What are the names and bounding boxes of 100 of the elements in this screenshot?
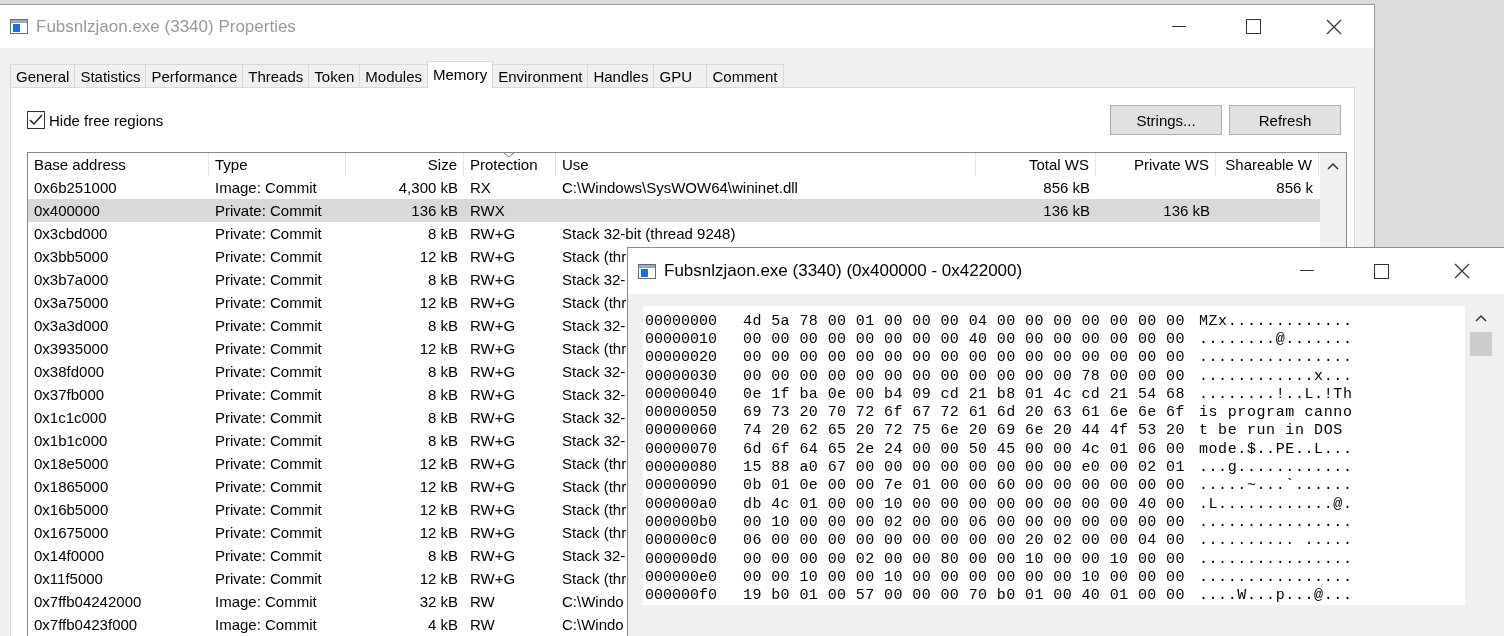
table-cell-text: 0x38fd000 — [33, 363, 106, 380]
table-cell-text: Private: Commit — [214, 340, 323, 357]
table-cell-text: 136 kB — [1042, 202, 1091, 219]
hex-offset: 00000040 — [645, 385, 717, 403]
table-cell-text: Stack (thr — [561, 478, 628, 495]
table-cell-text: Stack 32- — [561, 547, 627, 564]
minimize-icon — [1300, 270, 1314, 272]
column-header[interactable]: Shareable W — [1216, 153, 1319, 176]
table-cell-text: RW+G — [469, 501, 517, 518]
hex-offset: 00000090 — [645, 477, 717, 495]
table-cell-text: Stack 32- — [561, 317, 627, 334]
hex-offset: 000000a0 — [645, 495, 717, 513]
column-header[interactable]: Total WS — [976, 153, 1096, 176]
table-cell-text: Private: Commit — [214, 225, 323, 242]
close-icon — [1454, 263, 1470, 279]
table-row[interactable]: 0x6b251000 Image: Commit 4,300 kB RX C:\Windows\SysWOW64\wininet.dll 856 kB 856 k — [28, 176, 1320, 199]
ascii-text: ................ — [1198, 550, 1353, 568]
table-cell-text: Private: Commit — [214, 363, 323, 380]
checkbox[interactable] — [27, 111, 45, 129]
table-cell-text: RW+G — [469, 248, 517, 265]
table-cell-text: 8 kB — [427, 225, 459, 242]
ascii-text: ........@....... — [1198, 330, 1353, 348]
hex-offset: 00000010 — [645, 330, 717, 348]
table-cell-text: 12 kB — [418, 248, 459, 265]
table-cell-text: Stack (thr — [561, 248, 628, 265]
refresh-button[interactable]: Refresh — [1229, 105, 1341, 135]
table-cell-text: RW — [469, 593, 496, 610]
column-header[interactable]: Size — [346, 153, 464, 176]
hex-offset: 00000050 — [645, 404, 717, 422]
table-cell-text: Private: Commit — [214, 478, 323, 495]
table-cell-text: 12 kB — [418, 340, 459, 357]
table-cell-text: Private: Commit — [214, 455, 323, 472]
ascii-text: ................ — [1198, 349, 1353, 367]
table-cell-text: 0x3b7a000 — [33, 271, 110, 288]
table-cell-text: Private: Commit — [214, 547, 323, 564]
table-row[interactable]: 0x3cbd000 Private: Commit 8 kB RW+G Stack 32-bit (thread 9248) — [28, 222, 1320, 245]
ascii-text: ........!..L.!Th — [1198, 385, 1353, 403]
column-header[interactable]: Use — [556, 153, 976, 176]
hex-bytes: 00 00 00 00 00 00 00 00 00 00 00 00 78 00 00 00 — [743, 367, 1185, 385]
ascii-text: MZx............. — [1198, 312, 1353, 330]
ascii-text: .......... ..... — [1198, 532, 1353, 550]
table-cell-text: Private: Commit — [214, 409, 323, 426]
table-cell-text: 0x3a75000 — [33, 294, 110, 311]
table-cell-text: Private: Commit — [214, 248, 323, 265]
scroll-up-icon — [1327, 162, 1339, 170]
table-cell-text: 856 kB — [1042, 179, 1091, 196]
table-cell-text: 0x3a3d000 — [33, 317, 110, 334]
ascii-text: ...g............ — [1198, 459, 1353, 476]
table-cell-text: RW+G — [469, 432, 517, 449]
table-cell-text: RW+G — [469, 478, 517, 495]
table-cell-text: 0x18e5000 — [33, 455, 110, 472]
table-cell-text: Stack (thr — [561, 294, 628, 311]
tab[interactable]: Memory — [427, 61, 494, 88]
table-cell-text: 0x7ffb0423f000 — [33, 616, 139, 633]
table-cell-text: Private: Commit — [214, 271, 323, 288]
hex-bytes: 06 00 00 00 00 00 00 00 00 00 20 02 00 00 04 00 — [743, 532, 1185, 550]
hex-bytes: db 4c 01 00 00 10 00 00 00 00 00 00 00 00 40 00 — [743, 495, 1185, 513]
table-cell-text: Private: Commit — [214, 570, 323, 587]
hex-bytes: 00 00 00 00 00 00 00 00 00 00 00 00 00 00 00 00 — [743, 349, 1185, 367]
table-cell-text: RW+G — [469, 225, 517, 242]
table-row[interactable]: 0x400000 Private: Commit 136 kB RWX 136 kB 136 kB — [28, 199, 1320, 222]
tab[interactable]: Comment — [706, 64, 784, 88]
table-cell-text: 8 kB — [427, 363, 459, 380]
table-cell-text: 0x3bb5000 — [33, 248, 110, 265]
table-cell-text: 8 kB — [427, 271, 459, 288]
hex-offset: 00000000 — [645, 312, 717, 330]
ascii-text: ....W...p...@... — [1198, 587, 1353, 605]
ascii-text: mode.$..PE..L... — [1198, 440, 1353, 458]
table-cell-text: C:\Windo — [561, 616, 625, 633]
table-cell-text: 4 kB — [427, 616, 459, 633]
table-cell-text: RW+G — [469, 386, 517, 403]
hex-offset: 00000060 — [645, 422, 717, 440]
tab[interactable]: General — [10, 64, 76, 88]
table-cell-text: 32 kB — [418, 593, 459, 610]
hex-bytes: 4d 5a 78 00 01 00 00 00 04 00 00 00 00 00 00 00 — [743, 312, 1185, 330]
table-cell-text: Stack 32- — [561, 409, 627, 426]
hex-bytes: 15 88 a0 67 00 00 00 00 00 00 00 00 e0 00 02 01 — [743, 459, 1185, 476]
table-cell-text: 0x11f5000 — [33, 570, 104, 587]
scroll-thumb[interactable] — [1470, 332, 1492, 356]
table-cell-text: RWX — [469, 202, 506, 219]
table-cell-text: RW+G — [469, 271, 517, 288]
strings-button[interactable]: Strings... — [1110, 105, 1222, 135]
table-cell-text: C:\Windo — [561, 593, 625, 610]
ascii-text: t be run in DOS — [1198, 422, 1344, 440]
hex-bytes: 0e 1f ba 0e 00 b4 09 cd 21 b8 01 4c cd 21 54 68 — [743, 385, 1185, 403]
table-cell-text: Stack (thr — [561, 501, 628, 518]
table-cell-text: 136 kB — [410, 202, 459, 219]
hex-bytes: 19 b0 01 00 57 00 00 00 70 b0 01 00 40 01 00 00 — [743, 587, 1185, 605]
hex-offset: 000000f0 — [645, 587, 717, 605]
table-cell-text: Private: Commit — [214, 317, 323, 334]
ascii-text: ............x... — [1198, 367, 1353, 385]
table-cell-text: 0x14f0000 — [33, 547, 106, 564]
table-cell-text: 12 kB — [418, 455, 459, 472]
column-header[interactable]: Base address — [28, 153, 209, 176]
hex-offset: 000000e0 — [645, 568, 717, 586]
hex-offset: 00000080 — [645, 459, 717, 476]
column-header[interactable]: Private WS — [1096, 153, 1216, 176]
table-cell-text: Stack 32- — [561, 363, 627, 380]
column-header[interactable]: Protection — [464, 153, 556, 176]
column-header[interactable]: Type — [209, 153, 346, 176]
